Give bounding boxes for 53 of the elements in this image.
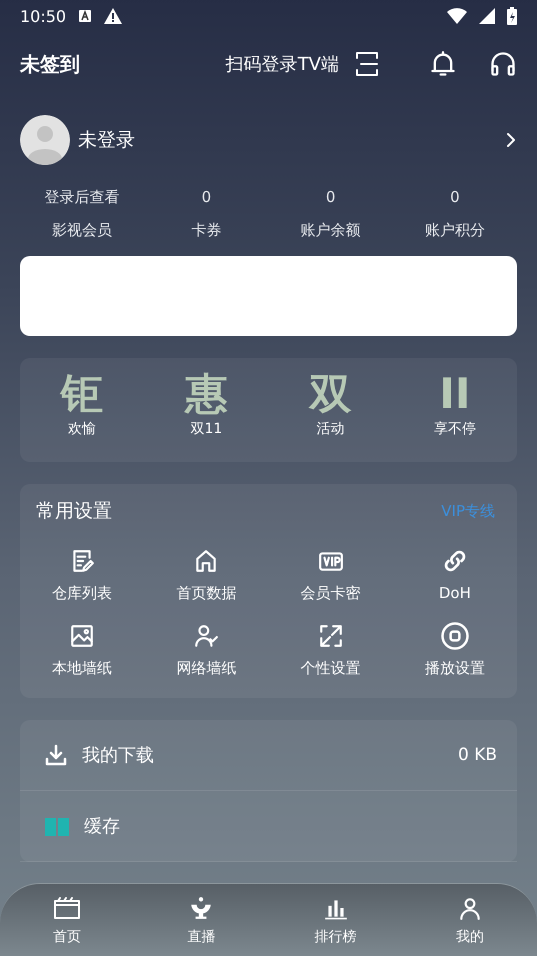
storage-size: 0 KB [458,745,497,765]
promo-caption: 活动 [316,420,345,438]
wifi-icon [447,8,467,24]
section-title: 常用设置 [36,499,112,524]
stat-label[interactable]: 卡券 [144,221,268,240]
settings-item[interactable]: 会员卡密 [268,546,393,603]
stop-circle-icon [440,621,470,651]
login-status[interactable]: 未登录 [78,127,497,153]
settings-item[interactable]: 个性设置 [268,621,393,678]
keyboard-icon [78,9,92,23]
chevron-right-icon[interactable] [505,132,517,148]
image-icon [69,623,96,649]
download-icon [44,743,68,767]
promo-character: 双 [310,368,352,420]
promo-caption: 欢愉 [68,420,96,438]
link-icon [442,548,468,574]
stat-label[interactable]: 影视会员 [20,221,144,240]
promo-caption: 享不停 [434,420,476,438]
nav-tab[interactable]: 排行榜 [268,884,403,956]
settings-item[interactable]: 本地墙纸 [20,621,144,678]
nav-tab[interactable]: 我的 [402,884,537,956]
promo-caption: 双11 [190,420,222,438]
scan-icon[interactable] [353,50,381,78]
promo-character: 钜 [61,368,104,420]
stat-value: 登录后查看 [44,188,121,207]
promo-character: 惠 [185,368,228,420]
settings-item[interactable]: 首页数据 [144,546,268,603]
status-time: 10:50 [20,6,66,26]
storage-label[interactable]: 我的下载 [82,743,444,767]
settings-item[interactable]: DoH [392,546,517,603]
clapperboard-icon [53,896,82,920]
scan-login-label[interactable]: 扫码登录TV端 [226,52,339,76]
bell-icon[interactable] [429,50,457,78]
settings-item[interactable]: 播放设置 [392,621,517,678]
nav-tab[interactable]: 首页 [0,884,134,956]
stat-label[interactable]: 账户积分 [392,221,517,240]
warning-icon [104,8,122,24]
expand-icon [318,623,344,649]
promo-character: II [439,368,470,420]
user-check-icon [193,623,220,649]
signal-icon [479,8,495,24]
stat-label[interactable]: 账户余额 [268,221,393,240]
settings-item[interactable]: 仓库列表 [20,546,144,603]
storage-label[interactable]: 缓存 [84,814,497,838]
stat-value: 0 [449,188,461,207]
headphones-icon[interactable] [489,50,517,78]
battery-icon [507,7,517,25]
stat-value: 0 [200,188,212,207]
nav-tab[interactable]: 直播 [134,884,268,956]
page-title: 未签到 [20,50,81,78]
settings-item[interactable]: 网络墙纸 [144,621,268,678]
stat-value: 0 [324,188,336,207]
avatar[interactable] [20,115,70,165]
